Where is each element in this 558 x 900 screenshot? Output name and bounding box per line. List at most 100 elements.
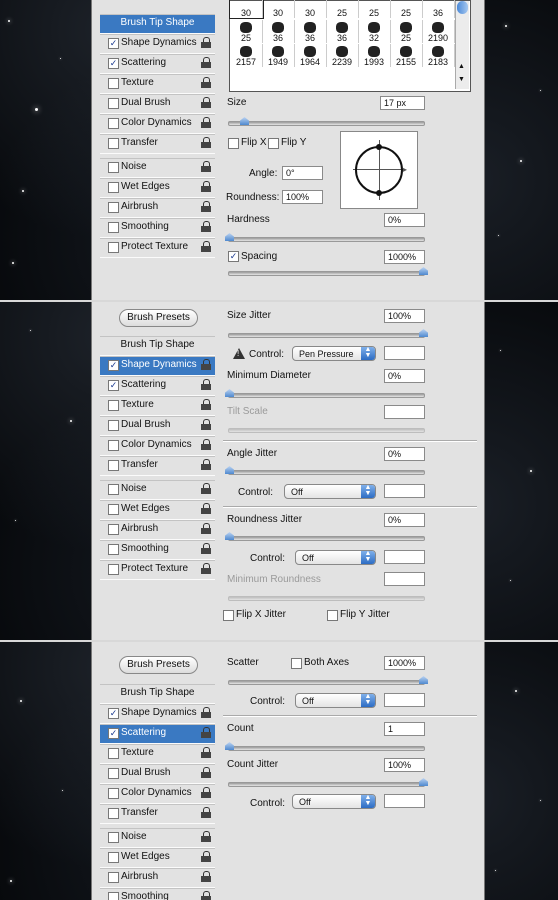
sidebar-checkbox[interactable] bbox=[108, 182, 119, 193]
slider-thumb[interactable] bbox=[225, 532, 234, 540]
roundness-control-input[interactable] bbox=[384, 550, 425, 564]
sidebar-checkbox[interactable] bbox=[108, 484, 119, 495]
lock-icon[interactable] bbox=[201, 483, 212, 495]
brush-preset-cell[interactable]: 30 bbox=[229, 0, 264, 19]
lock-icon[interactable] bbox=[201, 831, 212, 843]
sidebar-item-airbrush[interactable]: Airbrush bbox=[100, 198, 215, 218]
sidebar-checkbox[interactable] bbox=[108, 222, 119, 233]
brush-preset-cell[interactable]: 25 bbox=[390, 20, 423, 43]
brush-preset-cell[interactable]: 32 bbox=[358, 20, 391, 43]
brush-preset-cell[interactable]: 36 bbox=[294, 20, 327, 43]
size-jitter-input[interactable]: 100% bbox=[384, 309, 425, 323]
lock-icon[interactable] bbox=[201, 767, 212, 779]
flip-y-checkbox[interactable] bbox=[268, 138, 279, 149]
brush-preset-cell[interactable]: 25 bbox=[390, 0, 423, 18]
lock-icon[interactable] bbox=[201, 359, 212, 371]
sidebar-checkbox[interactable] bbox=[108, 852, 119, 863]
sidebar-item-shape-dynamics[interactable]: ✓ Shape Dynamics bbox=[100, 34, 215, 54]
lock-icon[interactable] bbox=[201, 221, 212, 233]
min-diameter-input[interactable]: 0% bbox=[384, 369, 425, 383]
sidebar-checkbox[interactable] bbox=[108, 242, 119, 253]
sidebar-item-color-dynamics[interactable]: Color Dynamics bbox=[100, 114, 215, 134]
sidebar-item-texture[interactable]: Texture bbox=[100, 396, 215, 416]
sidebar-checkbox[interactable] bbox=[108, 544, 119, 555]
angle-control-dropdown[interactable]: Off ▲ ▼ bbox=[284, 484, 376, 499]
brush-preset-cell[interactable]: 1949 bbox=[262, 44, 295, 67]
sidebar-item-noise[interactable]: Noise bbox=[100, 480, 215, 500]
sidebar-checkbox[interactable]: ✓ bbox=[108, 380, 119, 391]
sidebar-item-dual-brush[interactable]: Dual Brush bbox=[100, 94, 215, 114]
sidebar-item-airbrush[interactable]: Airbrush bbox=[100, 520, 215, 540]
sidebar-checkbox[interactable] bbox=[108, 748, 119, 759]
lock-icon[interactable] bbox=[201, 97, 212, 109]
lock-icon[interactable] bbox=[201, 523, 212, 535]
sidebar-checkbox[interactable]: ✓ bbox=[108, 38, 119, 49]
spacing-checkbox[interactable]: ✓ bbox=[228, 251, 239, 262]
brush-preset-cell[interactable]: 25 bbox=[230, 20, 263, 43]
scatter-control-dropdown[interactable]: Off ▲ ▼ bbox=[295, 693, 376, 708]
both-axes-checkbox[interactable] bbox=[291, 658, 302, 669]
lock-icon[interactable] bbox=[201, 543, 212, 555]
sidebar-checkbox[interactable] bbox=[108, 892, 119, 900]
grid-scrollbar[interactable]: ▲ ▼ bbox=[455, 1, 469, 89]
sidebar-item-wet-edges[interactable]: Wet Edges bbox=[100, 848, 215, 868]
lock-icon[interactable] bbox=[201, 161, 212, 173]
lock-icon[interactable] bbox=[201, 399, 212, 411]
sidebar-item-dual-brush[interactable]: Dual Brush bbox=[100, 764, 215, 784]
sidebar-item-color-dynamics[interactable]: Color Dynamics bbox=[100, 436, 215, 456]
sidebar-checkbox[interactable] bbox=[108, 420, 119, 431]
brush-preset-cell[interactable]: 36 bbox=[262, 20, 295, 43]
sidebar-item-protect-texture[interactable]: Protect Texture bbox=[100, 560, 215, 580]
lock-icon[interactable] bbox=[201, 459, 212, 471]
brush-preset-cell[interactable]: 2239 bbox=[326, 44, 359, 67]
brush-preset-cell[interactable]: 30 bbox=[262, 0, 295, 18]
angle-input[interactable]: 0° bbox=[282, 166, 323, 180]
size-slider[interactable] bbox=[228, 117, 425, 126]
lock-icon[interactable] bbox=[201, 871, 212, 883]
lock-icon[interactable] bbox=[201, 747, 212, 759]
sidebar-item-scattering[interactable]: ✓ Scattering bbox=[100, 724, 215, 744]
sidebar-checkbox[interactable] bbox=[108, 138, 119, 149]
flip-x-jitter-checkbox[interactable] bbox=[223, 610, 234, 621]
count-input[interactable]: 1 bbox=[384, 722, 425, 736]
sidebar-item-scattering[interactable]: ✓ Scattering bbox=[100, 376, 215, 396]
sidebar-checkbox[interactable] bbox=[108, 460, 119, 471]
sidebar-checkbox[interactable]: ✓ bbox=[108, 360, 119, 371]
sidebar-item-shape-dynamics[interactable]: ✓ Shape Dynamics bbox=[100, 356, 215, 376]
lock-icon[interactable] bbox=[201, 137, 212, 149]
sidebar-checkbox[interactable] bbox=[108, 872, 119, 883]
sidebar-checkbox[interactable] bbox=[108, 118, 119, 129]
brush-angle-preview[interactable]: ▸ bbox=[340, 131, 418, 209]
roundness-jitter-input[interactable]: 0% bbox=[384, 513, 425, 527]
sidebar-item-protect-texture[interactable]: Protect Texture bbox=[100, 238, 215, 258]
sidebar-checkbox[interactable] bbox=[108, 440, 119, 451]
sidebar-checkbox[interactable] bbox=[108, 504, 119, 515]
spacing-slider[interactable] bbox=[228, 267, 428, 276]
lock-icon[interactable] bbox=[201, 807, 212, 819]
lock-icon[interactable] bbox=[201, 117, 212, 129]
count-slider[interactable] bbox=[225, 742, 425, 751]
sidebar-checkbox[interactable] bbox=[108, 162, 119, 173]
lock-icon[interactable] bbox=[201, 439, 212, 451]
brush-preset-cell[interactable]: 36 bbox=[326, 20, 359, 43]
scroll-down-icon[interactable]: ▼ bbox=[458, 76, 465, 83]
lock-icon[interactable] bbox=[201, 241, 212, 253]
lock-icon[interactable] bbox=[201, 181, 212, 193]
brush-preset-cell[interactable]: 1993 bbox=[358, 44, 391, 67]
flip-x-checkbox[interactable] bbox=[228, 138, 239, 149]
sidebar-item-scattering[interactable]: ✓ Scattering bbox=[100, 54, 215, 74]
brush-preset-cell[interactable]: 2155 bbox=[390, 44, 423, 67]
slider-thumb[interactable] bbox=[419, 676, 428, 684]
size-input[interactable]: 17 px bbox=[380, 96, 425, 110]
sidebar-item-texture[interactable]: Texture bbox=[100, 74, 215, 94]
roundness-jitter-slider[interactable] bbox=[225, 532, 425, 541]
scatter-control-input[interactable] bbox=[384, 693, 425, 707]
sidebar-item-noise[interactable]: Noise bbox=[100, 158, 215, 178]
brush-preset-cell[interactable]: 36 bbox=[422, 0, 455, 18]
hardness-slider[interactable] bbox=[225, 233, 425, 242]
size-jitter-slider[interactable] bbox=[228, 329, 428, 338]
sidebar-checkbox[interactable] bbox=[108, 564, 119, 575]
slider-thumb[interactable] bbox=[240, 117, 249, 125]
brush-preset-cell[interactable]: 25 bbox=[326, 0, 359, 18]
sidebar-checkbox[interactable] bbox=[108, 808, 119, 819]
